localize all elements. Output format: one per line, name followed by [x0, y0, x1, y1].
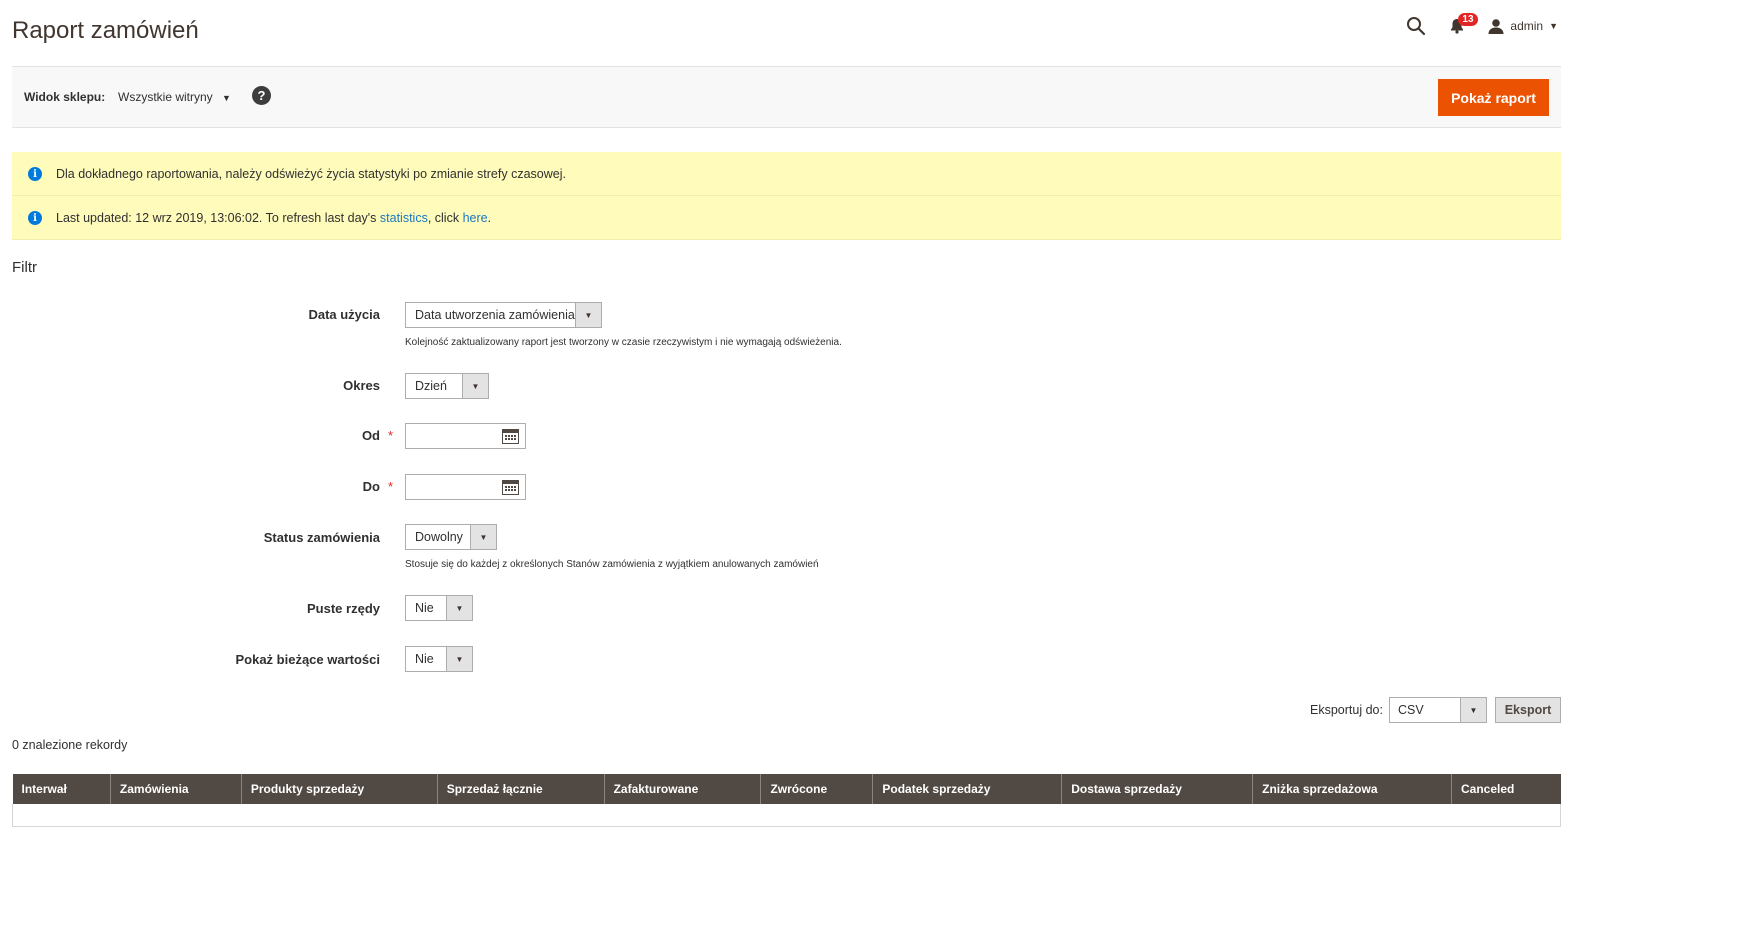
period-label: Okres [343, 378, 380, 393]
column-header[interactable]: Sprzedaż łącznie [436, 774, 605, 804]
show-report-button[interactable]: Pokaż raport [1438, 79, 1549, 116]
date-used-label: Data użycia [308, 307, 380, 322]
export-label: Eksportuj do: [1310, 703, 1383, 717]
show-actual-values-value: Nie [415, 652, 434, 666]
column-header[interactable]: Podatek sprzedaży [872, 774, 1062, 804]
message-text: Last updated: 12 wrz 2019, 13:06:02. To … [56, 211, 491, 225]
help-icon[interactable]: ? [252, 86, 271, 105]
chevron-down-icon: ▼ [446, 647, 472, 671]
show-actual-values-label: Pokaż bieżące wartości [235, 652, 380, 667]
column-header[interactable]: Dostawa sprzedaży [1061, 774, 1253, 804]
grid-header-row: Interwał Zamówienia Produkty sprzedaży S… [12, 774, 1561, 804]
page-actions-toolbar: Widok sklepu: Wszystkie witryny ▼ ? Poka… [12, 66, 1561, 128]
filter-title: Filtr [12, 259, 37, 276]
export-button[interactable]: Eksport [1495, 697, 1561, 723]
header-actions: 13 admin ▼ [1406, 13, 1558, 36]
chevron-down-icon: ▼ [446, 596, 472, 620]
empty-rows-select[interactable]: Nie ▼ [405, 595, 473, 621]
from-date-input[interactable] [405, 423, 526, 449]
date-used-note: Kolejność zaktualizowany raport jest two… [405, 337, 842, 348]
column-header[interactable]: Zniżka sprzedażowa [1252, 774, 1452, 804]
chevron-down-icon: ▼ [575, 303, 601, 327]
message-timezone: i Dla dokładnego raportowania, należy od… [12, 152, 1561, 196]
date-used-value: Data utworzenia zamówienia [415, 308, 575, 322]
show-actual-values-select[interactable]: Nie ▼ [405, 646, 473, 672]
statistics-link[interactable]: statistics [380, 211, 428, 225]
column-header[interactable]: Zafakturowane [603, 774, 761, 804]
admin-user-menu[interactable]: admin ▼ [1488, 18, 1558, 34]
info-icon: i [28, 167, 42, 181]
empty-grid-cell [12, 804, 1561, 827]
export-format-select[interactable]: CSV ▼ [1389, 697, 1487, 723]
notification-count-badge: 13 [1458, 13, 1478, 26]
required-marker: * [388, 479, 394, 494]
empty-rows-value: Nie [415, 601, 434, 615]
date-used-select[interactable]: Data utworzenia zamówienia ▼ [405, 302, 602, 328]
here-link[interactable]: here [463, 211, 488, 225]
required-marker: * [388, 428, 394, 443]
message-suffix: . [487, 210, 492, 225]
message-mid: , click [427, 210, 463, 225]
search-icon[interactable] [1406, 16, 1426, 36]
export-format-value: CSV [1398, 703, 1424, 717]
order-status-note: Stosuje się do każdej z określonych Stan… [405, 559, 819, 570]
empty-rows-label: Puste rzędy [307, 601, 380, 616]
message-text: Dla dokładnego raportowania, należy odśw… [56, 166, 566, 181]
to-date-input[interactable] [405, 474, 526, 500]
period-value: Dzień [415, 379, 447, 393]
from-label: Od [361, 428, 380, 443]
column-header[interactable]: Interwał [12, 774, 111, 804]
chevron-down-icon: ▼ [462, 374, 488, 398]
chevron-down-icon: ▼ [222, 93, 231, 103]
notifications-button[interactable]: 13 [1450, 13, 1478, 34]
user-icon [1488, 19, 1504, 34]
page-title: Raport zamówień [12, 17, 199, 44]
admin-username: admin [1510, 19, 1544, 33]
order-status-label: Status zamówienia [263, 530, 380, 545]
records-count: 0 znalezione rekordy [12, 738, 128, 752]
message-last-updated: i Last updated: 12 wrz 2019, 13:06:02. T… [12, 196, 1561, 240]
store-view-label: Widok sklepu: [24, 90, 106, 104]
message-prefix: Last updated: 12 wrz 2019, 13:06:02. To … [56, 210, 380, 225]
store-view-switcher[interactable]: Wszystkie witryny ▼ [118, 90, 231, 104]
chevron-down-icon: ▼ [470, 525, 496, 549]
calendar-icon[interactable] [502, 428, 519, 444]
order-status-select[interactable]: Dowolny ▼ [405, 524, 497, 550]
column-header[interactable]: Zwrócone [760, 774, 873, 804]
table-row [12, 804, 1561, 827]
to-label: Do [362, 479, 380, 494]
column-header[interactable]: Canceled [1451, 774, 1561, 804]
report-grid: Interwał Zamówienia Produkty sprzedaży S… [12, 774, 1561, 827]
chevron-down-icon: ▼ [1460, 698, 1486, 722]
column-header[interactable]: Produkty sprzedaży [240, 774, 438, 804]
order-status-value: Dowolny [415, 530, 463, 544]
calendar-icon[interactable] [502, 479, 519, 495]
messages: i Dla dokładnego raportowania, należy od… [12, 152, 1561, 240]
info-icon: i [28, 211, 42, 225]
column-header[interactable]: Zamówienia [109, 774, 242, 804]
period-select[interactable]: Dzień ▼ [405, 373, 489, 399]
store-view-value: Wszystkie witryny [118, 90, 213, 104]
chevron-down-icon: ▼ [1549, 21, 1558, 31]
